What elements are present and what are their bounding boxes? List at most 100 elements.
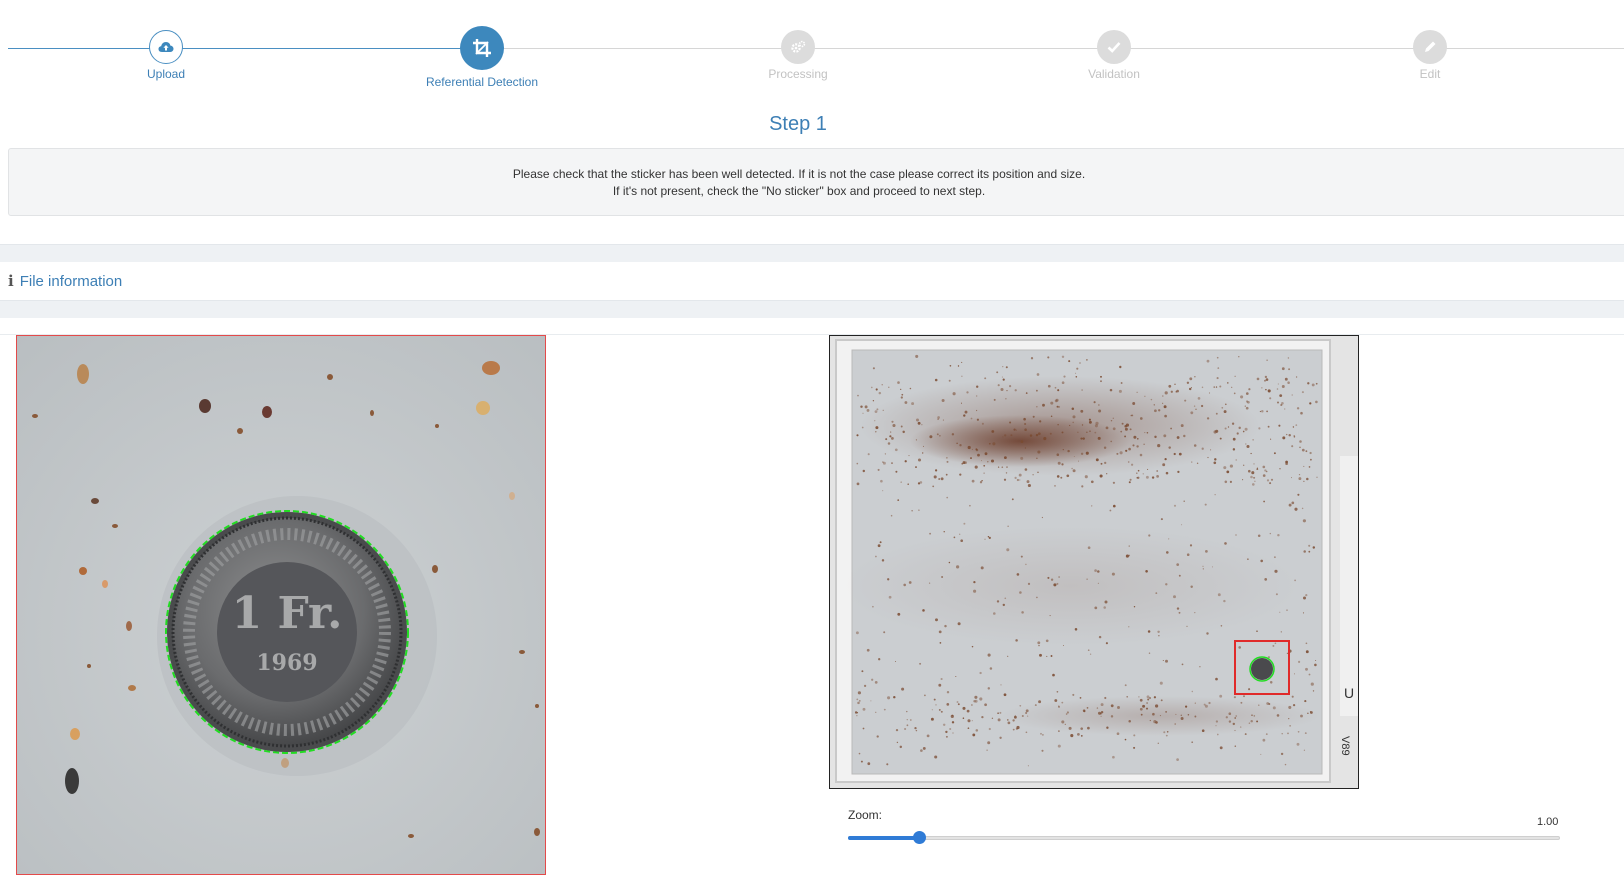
debris-dot bbox=[1219, 437, 1222, 440]
debris-dot bbox=[1158, 409, 1161, 412]
debris-dot bbox=[1277, 533, 1280, 537]
debris-dot bbox=[875, 711, 877, 713]
debris-dot bbox=[1056, 475, 1060, 478]
debris-dot bbox=[1293, 436, 1296, 438]
debris-dot bbox=[1047, 384, 1051, 388]
zoom-slider-track[interactable] bbox=[848, 836, 1560, 840]
step-validation[interactable]: Validation bbox=[1014, 30, 1214, 81]
debris-dot bbox=[900, 481, 902, 483]
debris-dot bbox=[1305, 594, 1308, 597]
debris-dot bbox=[976, 409, 978, 412]
debris-dot bbox=[887, 442, 891, 445]
debris-dot bbox=[1121, 422, 1124, 425]
debris-dot bbox=[1025, 712, 1028, 714]
debris-dot bbox=[1046, 655, 1048, 657]
debris-dot bbox=[1305, 667, 1308, 671]
debris-dot bbox=[1178, 574, 1181, 577]
debris-dot bbox=[1129, 428, 1132, 431]
debris-dot bbox=[1190, 585, 1193, 588]
debris-dot bbox=[878, 391, 882, 395]
debris-dot bbox=[1149, 719, 1151, 722]
debris-dot bbox=[1041, 749, 1044, 752]
file-information-toggle[interactable]: i File information bbox=[0, 262, 1624, 300]
debris-dot bbox=[1110, 440, 1113, 443]
debris-dot bbox=[1155, 721, 1158, 724]
debris-dot bbox=[1019, 479, 1021, 481]
debris-dot bbox=[1208, 701, 1211, 705]
debris-dot bbox=[874, 420, 876, 422]
debris-dot bbox=[886, 763, 889, 766]
debris-dot bbox=[1217, 593, 1221, 597]
debris-dot bbox=[920, 749, 923, 752]
debris-dot bbox=[902, 430, 905, 434]
debris-dot bbox=[1049, 615, 1051, 617]
debris-dot bbox=[864, 405, 868, 409]
debris-dot bbox=[1278, 424, 1281, 427]
debris-dot bbox=[904, 401, 908, 404]
debris-dot bbox=[1036, 457, 1038, 460]
debris-dot bbox=[1245, 406, 1249, 410]
debris-dot bbox=[946, 457, 948, 459]
zoom-slider[interactable] bbox=[848, 831, 1560, 844]
debris-dot bbox=[1199, 665, 1201, 668]
debris-dot bbox=[1202, 565, 1204, 567]
debris-dot bbox=[1260, 753, 1262, 755]
debris-dot bbox=[1037, 641, 1041, 645]
debris-dot bbox=[1302, 519, 1306, 523]
debris-dot bbox=[908, 455, 910, 457]
debris-dot bbox=[1125, 449, 1128, 452]
debris-dot bbox=[1251, 714, 1253, 716]
step-edit[interactable]: Edit bbox=[1330, 30, 1530, 81]
debris-dot bbox=[889, 435, 892, 438]
debris-dot bbox=[1213, 461, 1217, 465]
debris-dot bbox=[1109, 509, 1112, 512]
debris-dot bbox=[885, 438, 888, 441]
debris-dot bbox=[867, 453, 870, 456]
debris-dot bbox=[1063, 375, 1066, 378]
debris-dot bbox=[1232, 437, 1236, 441]
debris-dot bbox=[966, 391, 969, 394]
debris-dot bbox=[1310, 682, 1314, 686]
debris-dot bbox=[1273, 556, 1276, 559]
debris-dot bbox=[1146, 695, 1150, 699]
debris-dot bbox=[1075, 372, 1077, 374]
debris-dot bbox=[1264, 375, 1268, 379]
zoom-slider-thumb[interactable] bbox=[913, 831, 926, 844]
debris-dot bbox=[1200, 404, 1204, 408]
debris-dot bbox=[983, 472, 985, 474]
debris-dot bbox=[1165, 734, 1168, 737]
debris-dot bbox=[891, 462, 893, 464]
debris-dot bbox=[862, 727, 865, 730]
debris-dot bbox=[1264, 578, 1268, 581]
debris-dot bbox=[1223, 466, 1227, 470]
debris-dot bbox=[1064, 723, 1066, 726]
debris-dot bbox=[1175, 390, 1178, 393]
debris-dot bbox=[1288, 717, 1290, 720]
debris-dot bbox=[997, 712, 999, 715]
debris-dot bbox=[1006, 548, 1010, 552]
debris-dot bbox=[870, 386, 873, 389]
debris-dot bbox=[962, 706, 966, 710]
debris-dot bbox=[1298, 473, 1301, 476]
step-referential-detection[interactable]: Referential Detection bbox=[382, 26, 582, 89]
debris-dot bbox=[1007, 525, 1009, 527]
debris-dot bbox=[1137, 469, 1140, 472]
tray-overview-image[interactable]: U V89 bbox=[829, 335, 1359, 789]
debris-dot bbox=[1004, 597, 1007, 600]
debris-dot bbox=[1166, 551, 1169, 554]
debris-dot bbox=[1288, 433, 1291, 437]
debris-dot bbox=[1270, 438, 1272, 440]
debris-dot bbox=[1310, 458, 1312, 461]
debris-dot bbox=[1201, 729, 1205, 732]
debris-dot bbox=[976, 385, 979, 388]
debris-dot bbox=[1238, 426, 1241, 430]
step-processing[interactable]: Processing bbox=[698, 30, 898, 81]
sticker-zoom-view[interactable]: 1 Fr. 1969 bbox=[16, 335, 546, 875]
debris-dot bbox=[987, 536, 990, 538]
debris-dot bbox=[1163, 434, 1167, 438]
debris-dot bbox=[1215, 386, 1218, 388]
debris-dot bbox=[1054, 485, 1056, 487]
step-upload[interactable]: Upload bbox=[66, 30, 266, 81]
debris-dot bbox=[1086, 707, 1089, 709]
debris-dot bbox=[1085, 451, 1089, 455]
